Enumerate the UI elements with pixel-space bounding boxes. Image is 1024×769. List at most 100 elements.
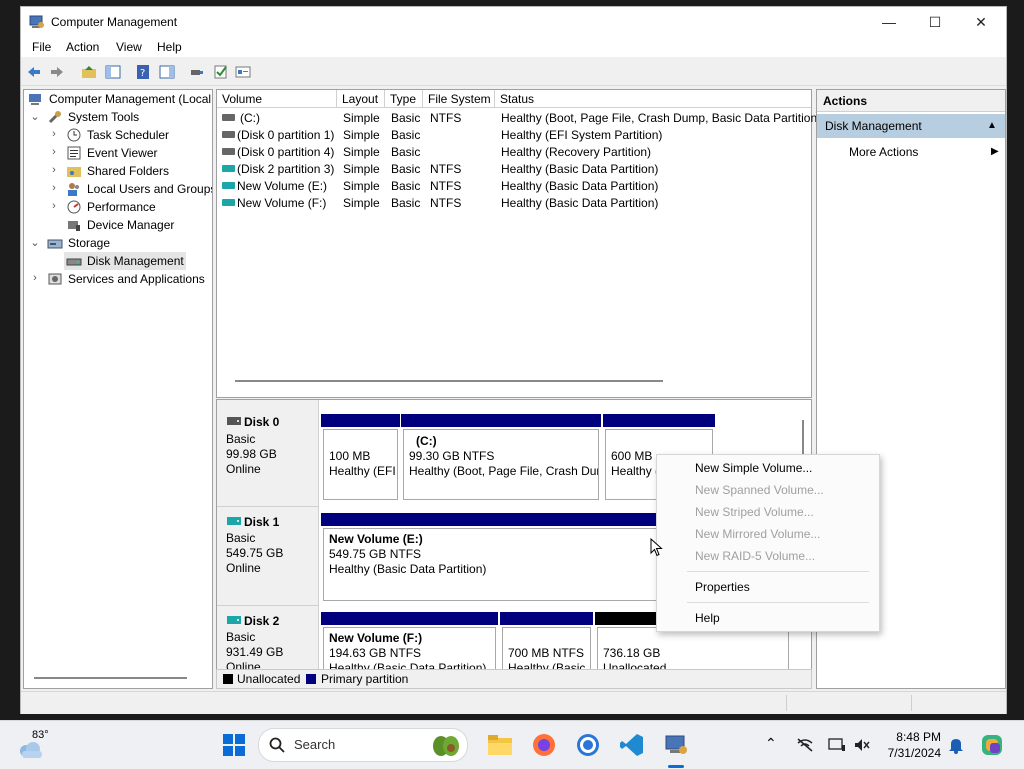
column-header-file-system[interactable]: File System [423,90,495,108]
partition-f[interactable]: New Volume (F:) 194.63 GB NTFS Healthy (… [321,612,498,670]
services-icon [48,273,62,285]
chrome-icon[interactable] [574,731,602,759]
tree-item-performance[interactable]: Performance [66,198,156,216]
tree-item-disk-management[interactable]: Disk Management [64,252,186,270]
file-explorer-icon[interactable] [486,731,514,759]
table-row[interactable]: (C:) Simple Basic NTFS Healthy (Boot, Pa… [217,110,821,127]
copilot-icon[interactable] [980,733,1004,757]
maximize-button[interactable]: ☐ [912,7,958,37]
cell-volume: New Volume (E:) [237,179,328,193]
window-title: Computer Management [51,15,178,29]
show-hide-action-pane-icon[interactable] [159,64,175,80]
tree-item-root[interactable]: Computer Management (Local [28,90,211,108]
properties-icon[interactable] [235,64,251,80]
chevron-right-icon[interactable]: › [49,146,59,158]
tree-item-shared-folders[interactable]: Shared Folders [66,162,169,180]
help-book-icon[interactable]: ? [135,64,151,80]
clock-date[interactable]: 7/31/2024 [875,746,941,760]
tree-item-storage[interactable]: Storage [47,234,110,252]
more-actions-item[interactable]: More Actions ▶ [849,142,999,162]
notification-bell-icon[interactable] [948,736,964,754]
show-hide-tree-icon[interactable] [105,64,121,80]
chevron-right-icon[interactable]: › [49,200,59,212]
tree-item-services[interactable]: Services and Applications [47,270,205,288]
speaker-muted-icon[interactable] [853,737,871,753]
menu-item-new-striped-volume: New Striped Volume... [695,505,814,519]
clock-time[interactable]: 8:48 PM [885,730,941,744]
disk-size: 549.75 GB [226,546,284,560]
computer-management-taskbar-icon[interactable] [662,731,690,759]
chevron-right-icon[interactable]: › [30,272,40,284]
cell-file-system: NTFS [430,162,462,176]
menu-item-help[interactable]: Help [695,611,720,625]
cell-volume: (C:) [240,111,260,125]
column-header-volume[interactable]: Volume [217,90,337,108]
tree-item-system-tools[interactable]: System Tools [47,108,139,126]
cell-status: Healthy (Basic Data Partition) [501,162,659,176]
partition-disk2-3[interactable]: 700 MB NTFS Healthy (Basic [500,612,593,670]
partition-c[interactable]: (C:) 99.30 GB NTFS Healthy (Boot, Page F… [401,414,601,502]
network-off-icon[interactable] [796,737,814,753]
menu-action[interactable]: Action [66,40,99,54]
forward-arrow-icon[interactable] [49,64,65,80]
actions-section-disk-management[interactable]: Disk Management ▲ [817,114,1005,138]
partition-efi[interactable]: 100 MB Healthy (EFI [321,414,400,502]
tree-item-device-manager[interactable]: Device Manager [66,216,174,234]
windows-start-icon[interactable] [220,731,248,759]
menu-item-new-simple-volume[interactable]: New Simple Volume... [695,461,812,475]
column-header-type[interactable]: Type [385,90,423,108]
partition-status: Healthy (Boot, Page File, Crash Dur [409,464,599,478]
menu-view[interactable]: View [116,40,142,54]
chevron-down-icon[interactable]: ⌄ [30,110,40,123]
up-folder-icon[interactable] [81,64,97,80]
chevron-down-icon[interactable]: ⌄ [30,236,40,249]
collapse-arrow-icon[interactable]: ▲ [987,114,997,138]
volume-list-horizontal-scrollbar[interactable] [235,380,663,382]
table-row[interactable]: (Disk 0 partition 1) Simple Basic Health… [217,127,811,144]
column-header-status[interactable]: Status [495,90,811,108]
connect-icon[interactable] [189,64,205,80]
chevron-right-icon[interactable]: › [49,128,59,140]
partition-body: 736.18 GB Unallocated [597,627,789,670]
column-header-layout[interactable]: Layout [337,90,385,108]
tree-label-task-scheduler: Task Scheduler [87,128,170,142]
menu-item-properties[interactable]: Properties [695,580,750,594]
chevron-right-icon[interactable]: › [49,164,59,176]
disk-1-label[interactable]: Disk 1 Basic 549.75 GB Online [217,507,319,606]
toolbar: ? [21,59,1006,86]
table-row[interactable]: New Volume (E:) Simple Basic NTFS Health… [217,178,811,195]
menu-help[interactable]: Help [157,40,182,54]
tree-label-performance: Performance [87,200,156,214]
partition-bar [321,612,498,625]
display-icon[interactable] [828,737,846,753]
chevron-up-icon[interactable]: ⌃ [765,735,777,752]
tree-item-task-scheduler[interactable]: Task Scheduler [66,126,169,144]
drive-icon [222,182,235,189]
menu-file[interactable]: File [32,40,51,54]
chevron-right-icon[interactable]: › [49,182,59,194]
submenu-arrow-icon: ▶ [991,146,999,157]
table-row[interactable]: New Volume (F:) Simple Basic NTFS Health… [217,195,811,212]
tree-horizontal-scrollbar[interactable] [34,677,187,679]
disk-2-label[interactable]: Disk 2 Basic 931.49 GB Online [217,606,319,670]
tree-item-event-viewer[interactable]: Event Viewer [66,144,157,162]
table-row[interactable]: (Disk 2 partition 3) Simple Basic NTFS H… [217,161,811,178]
tools-icon [48,111,61,124]
checklist-icon[interactable] [213,64,229,80]
device-manager-icon [68,221,80,231]
taskbar-search-box[interactable]: Search [258,728,468,762]
cell-type: Basic [391,196,421,210]
disk-0-label[interactable]: Disk 0 Basic 99.98 GB Online [217,400,319,507]
vscode-icon[interactable] [618,731,646,759]
cell-status: Healthy (Basic Data Partition) [501,179,659,193]
cell-file-system: NTFS [430,196,462,210]
table-row[interactable]: (Disk 0 partition 4) Simple Basic Health… [217,144,811,161]
back-arrow-icon[interactable] [26,64,42,80]
weather-widget[interactable]: 83° [16,729,76,761]
legend-label-primary: Primary partition [321,672,409,686]
tree-item-local-users[interactable]: Local Users and Groups [66,180,212,198]
firefox-icon[interactable] [530,731,558,759]
minimize-button[interactable]: — [866,7,912,37]
tree-label-root: Computer Management (Local [49,92,212,106]
close-button[interactable]: ✕ [958,7,1004,37]
